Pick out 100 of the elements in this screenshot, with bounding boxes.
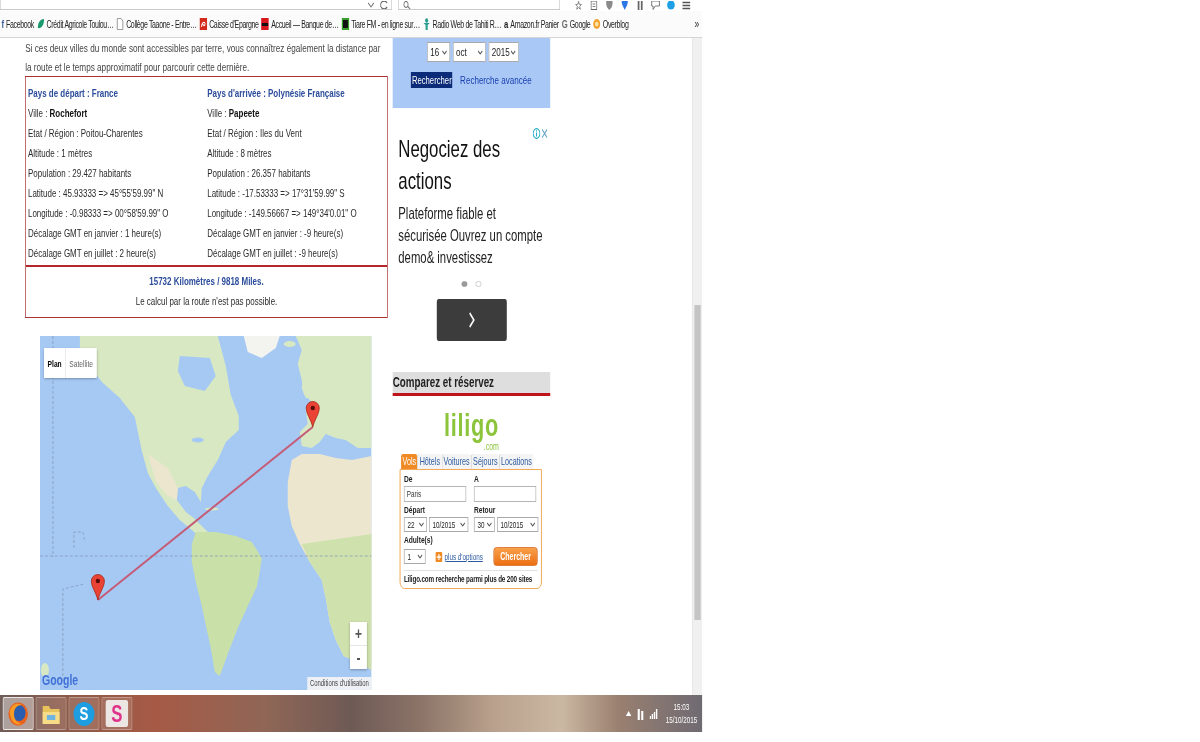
carousel-dot-icon[interactable]: [475, 281, 482, 287]
month-select[interactable]: oct: [452, 42, 486, 62]
terms-link[interactable]: Conditions d'utilisation: [307, 677, 372, 690]
advanced-search-link[interactable]: Recherche avancée: [460, 74, 532, 86]
globe-icon: [7, 701, 29, 726]
distance-text: 15732 Kilomètres / 9818 Miles.: [149, 274, 264, 289]
map-pin-icon[interactable]: [90, 574, 105, 601]
info-line: Décalage GMT en juillet : 2 heure(s): [28, 246, 156, 261]
bookmark-link[interactable]: Radio Web de Tahiti R…: [422, 18, 502, 30]
intro-text: Si ces deux villes du monde sont accessibles par terre, vous connaîtrez également la distance par la route et le temps approximatif pour parcourir cette dernière.: [25, 40, 381, 75]
country-heading: Pays de départ : France: [28, 86, 118, 101]
scrollbar-thumb[interactable]: [694, 305, 701, 620]
bookmark-link[interactable]: Collège Taaone - Entre…: [116, 18, 197, 30]
search-tab[interactable]: Locations: [498, 454, 534, 469]
address-field[interactable]: [0, 0, 392, 10]
search-field[interactable]: [398, 0, 560, 10]
favicon-letter: f: [1, 18, 4, 30]
menu-icon[interactable]: [681, 0, 691, 10]
ad-title: Negociez des actions: [398, 134, 501, 196]
plus-icon: [435, 551, 443, 562]
bookmark-link[interactable]: Tiare FM - en ligne sur…: [341, 18, 420, 30]
circle-icon: [593, 18, 601, 30]
chevron-right-icon: [467, 311, 476, 329]
month-select[interactable]: 10/2015: [429, 517, 469, 532]
favicon-letter: a: [504, 18, 509, 30]
info-line: Latitude : -17.53333 => 17°31'59.99" S: [207, 186, 345, 201]
route-note: Le calcul par la route n'est pas possible.: [135, 294, 278, 309]
month-select[interactable]: 10/2015: [497, 517, 539, 532]
next-button[interactable]: [436, 299, 507, 341]
chevron-down-icon: [418, 522, 425, 527]
field-label: A: [473, 474, 480, 484]
taskbar-button[interactable]: [35, 697, 67, 730]
day-select[interactable]: 16: [426, 42, 450, 62]
bookmark-link[interactable]: a Amazon.fr Panier: [504, 18, 559, 30]
field-label: De: [403, 474, 414, 484]
info-line: Latitude : 45.93333 => 45°55'59.99" N: [28, 186, 164, 201]
overflow-button[interactable]: »: [693, 17, 701, 31]
ad-text: Plateforme fiable et sécurisée Ouvrez un compte demo& investissez: [398, 203, 543, 268]
bookmark-link[interactable]: Crédit Agricole Toulou…: [36, 18, 114, 30]
bookmark-link[interactable]: Caisse d'Epargne: [199, 18, 259, 30]
bookmark-link[interactable]: G Google: [561, 18, 591, 30]
field-label: Adulte(s): [403, 535, 434, 545]
search-tab[interactable]: Séjours: [471, 454, 499, 469]
page-icon: [116, 18, 125, 30]
reload-icon[interactable]: [380, 0, 389, 9]
chevron-down-icon: [529, 522, 536, 527]
pin-icon[interactable]: [620, 0, 630, 10]
carousel-dot-icon[interactable]: [461, 281, 468, 287]
brand-logo: liligo .com: [444, 410, 499, 454]
bars-icon[interactable]: [635, 0, 645, 10]
info-line: Population : 29.427 habitants: [28, 166, 132, 181]
info-line: Altitude : 1 mètres: [28, 146, 93, 161]
leaf-icon: [36, 18, 45, 30]
field-label: Retour: [473, 505, 497, 515]
bookmark-link[interactable]: f Facebook: [1, 18, 34, 30]
info-line: Décalage GMT en janvier : 1 heure(s): [28, 226, 162, 241]
search-tab[interactable]: Hôtels: [417, 454, 442, 469]
chevron-down-icon: [459, 522, 466, 527]
day-select[interactable]: 22: [403, 517, 427, 532]
taskbar-button[interactable]: [2, 697, 34, 730]
options-link[interactable]: plus d'options: [444, 551, 483, 562]
bookmark-link[interactable]: Accueil — Banque de…: [261, 18, 339, 30]
bookmark-link[interactable]: Overblog: [593, 18, 629, 30]
swirl-icon: [199, 18, 208, 30]
signal-bars-icon[interactable]: [649, 708, 658, 719]
star-icon[interactable]: [574, 0, 584, 10]
shield-icon[interactable]: [604, 0, 614, 10]
info-line: Décalage GMT en janvier : -9 heure(s): [207, 226, 344, 241]
info-line: Etat / Région : Poitou-Charentes: [28, 126, 143, 141]
clock-date: 15/10/2015: [665, 713, 698, 727]
scrollbar-track[interactable]: [692, 38, 703, 695]
caret-up-icon[interactable]: [625, 711, 632, 716]
adults-select[interactable]: 1: [403, 549, 426, 564]
network-icon[interactable]: [636, 706, 644, 721]
info-line: Décalage GMT en juillet : -9 heure(s): [207, 246, 338, 261]
map-logo: Google: [42, 671, 79, 688]
square-icon: [341, 18, 350, 30]
chevron-down-icon: [486, 522, 493, 527]
search-button[interactable]: Rechercher: [411, 72, 453, 88]
clock[interactable]: 15:03 15/10/2015: [663, 700, 700, 727]
person-icon: [422, 18, 431, 30]
section-heading: Comparez et réservez: [392, 372, 551, 396]
info-line: Longitude : -149.56667 => 149°34'0.01" O: [207, 206, 357, 221]
day-select[interactable]: 30: [473, 517, 495, 532]
square-icon: [261, 18, 270, 30]
field-label: Départ: [403, 505, 426, 515]
search-tab[interactable]: Voitures: [441, 454, 471, 469]
info-line: Etat / Région : Iles du Vent: [207, 126, 302, 141]
zoom-out-button[interactable]: -: [350, 646, 367, 669]
info-line: Population : 26.357 habitants: [207, 166, 311, 181]
zoom-in-button[interactable]: +: [350, 622, 367, 645]
from-field[interactable]: Paris: [403, 486, 467, 502]
to-field[interactable]: [473, 486, 537, 502]
map-type-tab[interactable]: Satellite: [65, 348, 97, 378]
year-select[interactable]: 2015: [488, 42, 519, 62]
footer-text: Liligo.com recherche parmi plus de 200 sites: [403, 570, 538, 585]
info-line: Longitude : -0.98333 => 00°58'59.99" O: [28, 206, 169, 221]
info-line: Ville : Papeete: [207, 106, 260, 121]
favicon-letter: G: [561, 18, 568, 30]
map-type-tab[interactable]: Plan: [44, 348, 66, 378]
